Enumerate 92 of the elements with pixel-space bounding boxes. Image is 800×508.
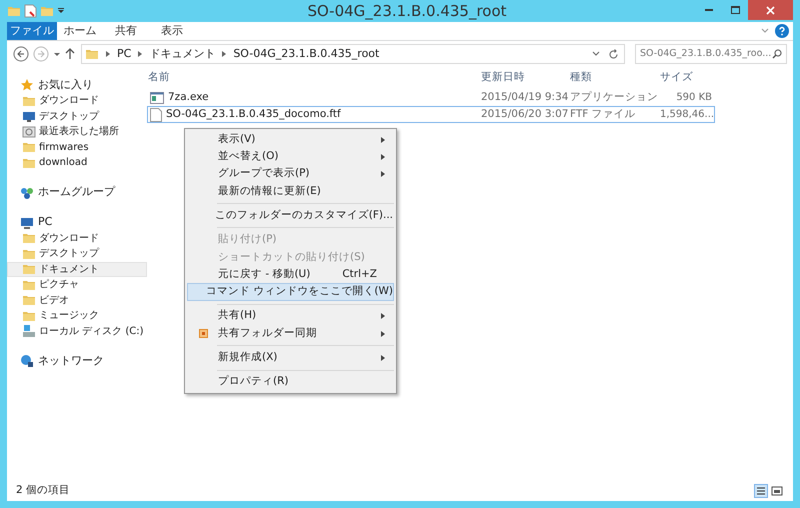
network-icon xyxy=(20,354,34,368)
sidebar-item[interactable]: ビデオ xyxy=(7,292,147,308)
sidebar-item[interactable]: ドキュメント xyxy=(7,262,147,277)
chevron-icon xyxy=(221,50,228,58)
properties-icon[interactable] xyxy=(24,4,37,18)
menu-item[interactable]: グループで表示(P) xyxy=(187,166,394,183)
menu-item[interactable]: 元に戻す - 移動(U) Ctrl+Z xyxy=(187,266,394,284)
chevron-icon xyxy=(105,50,111,58)
new-folder-icon xyxy=(40,4,54,18)
menu-item[interactable]: プロパティ(R) xyxy=(187,374,394,391)
menu-item[interactable]: 共有(H) xyxy=(187,308,394,325)
menu-item[interactable]: 共有フォルダー同期 xyxy=(187,324,394,342)
file-size: 590 KB xyxy=(675,91,712,105)
expand-ribbon-icon[interactable] xyxy=(761,28,769,34)
modified-date: 2015/06/20 3:07 xyxy=(481,106,570,122)
folder-icon xyxy=(22,262,36,276)
submenu-arrow-icon xyxy=(381,171,385,178)
sidebar-group[interactable]: ホームグループ xyxy=(38,184,115,201)
sidebar-item[interactable]: ダウンロード xyxy=(7,93,147,108)
file-name: SO-04G_23.1.B.0.435_docomo.ftf xyxy=(166,106,341,122)
menu-item[interactable]: コマンド ウィンドウをここで開く(W) xyxy=(187,283,394,301)
submenu-arrow-icon xyxy=(381,330,385,337)
sidebar-item[interactable]: 最近表示した場所 xyxy=(7,124,147,140)
desktop-icon xyxy=(22,109,36,124)
item-count: 2 個の項目 xyxy=(16,483,70,498)
menu-item[interactable]: 表示(V) xyxy=(187,131,394,148)
sidebar-group[interactable]: お気に入り xyxy=(38,76,93,94)
ribbon-tab[interactable]: 表示 xyxy=(149,22,195,40)
computer-icon xyxy=(20,216,34,230)
address-bar[interactable]: PC ドキュメント SO-04G_23.1.B.0.435_root xyxy=(81,44,625,64)
up-icon[interactable] xyxy=(65,48,75,60)
sidebar-item[interactable]: ローカル ディスク (C:) xyxy=(7,324,147,339)
recent-places-icon xyxy=(22,124,36,139)
refresh-icon[interactable] xyxy=(608,48,619,60)
sidebar-item[interactable]: デスクトップ xyxy=(7,108,147,124)
column-header[interactable]: 名前 xyxy=(147,70,480,86)
modified-date: 2015/04/19 9:34 xyxy=(481,90,570,105)
file-icon xyxy=(150,108,162,122)
breadcrumb[interactable]: SO-04G_23.1.B.0.435_root xyxy=(233,46,380,62)
file-row[interactable]: 7za.exe 2015/04/19 9:34 アプリケーション 590 KB xyxy=(147,89,715,106)
thumbnail-view-icon[interactable] xyxy=(770,484,784,498)
menu-item[interactable]: 並べ替え(O) xyxy=(187,148,394,166)
file-type: FTF ファイル xyxy=(570,106,637,122)
sidebar-item[interactable]: firmwares xyxy=(7,140,147,155)
submenu-arrow-icon xyxy=(381,354,385,361)
file-row[interactable]: SO-04G_23.1.B.0.435_docomo.ftf 2015/06/20 3:07 FTF ファイル 1,598,46... xyxy=(147,106,715,123)
back-icon[interactable] xyxy=(13,46,29,62)
sidebar-item[interactable]: デスクトップ xyxy=(7,246,147,262)
application-icon xyxy=(150,92,164,104)
breadcrumb[interactable]: ドキュメント xyxy=(149,46,216,62)
file-size: 1,598,46... xyxy=(660,108,712,122)
close-button[interactable] xyxy=(748,0,793,20)
column-header[interactable]: 更新日時 xyxy=(480,70,569,86)
shortcut: Ctrl+Z xyxy=(342,266,377,282)
folder-icon xyxy=(22,293,36,308)
submenu-arrow-icon xyxy=(381,136,385,143)
search-field[interactable]: SO-04G_23.1.B.0.435_roo... xyxy=(635,44,787,64)
ribbon-tab[interactable]: 共有 xyxy=(103,22,149,40)
recent-locations-icon[interactable] xyxy=(53,50,61,58)
folder-icon xyxy=(22,231,36,246)
folder-icon xyxy=(85,47,99,61)
column-header[interactable]: 種類 xyxy=(569,70,659,86)
folder-icon xyxy=(22,140,36,154)
file-name: 7za.exe xyxy=(168,90,209,105)
dropdown-icon[interactable] xyxy=(57,7,65,15)
drive-icon xyxy=(22,324,36,338)
details-view-icon[interactable] xyxy=(754,484,768,498)
window-title: SO-04G_23.1.B.0.435_root xyxy=(307,0,507,22)
sidebar-item[interactable]: ダウンロード xyxy=(7,230,147,246)
close-icon xyxy=(766,6,775,14)
ribbon-tab[interactable]: ホーム xyxy=(57,22,103,40)
submenu-arrow-icon xyxy=(381,313,385,320)
chevron-icon xyxy=(137,50,144,58)
sidebar-item[interactable]: ピクチャ xyxy=(7,277,147,292)
menu-item[interactable]: 新規作成(X) xyxy=(187,349,394,367)
sidebar-item[interactable]: ミュージック xyxy=(7,308,147,324)
menu-item[interactable]: 最新の情報に更新(E) xyxy=(187,182,394,200)
sidebar-group[interactable]: ネットワーク xyxy=(38,352,104,370)
folder-icon xyxy=(7,4,21,18)
column-header[interactable]: サイズ xyxy=(659,70,715,86)
file-type: アプリケーション xyxy=(570,90,659,105)
breadcrumb[interactable]: PC xyxy=(117,46,132,62)
ribbon-tab[interactable]: ファイル xyxy=(7,22,57,40)
homegroup-icon xyxy=(20,186,34,200)
menu-item[interactable]: このフォルダーのカスタマイズ(F)... xyxy=(187,207,394,224)
search-icon xyxy=(772,49,782,59)
dropdown-icon[interactable] xyxy=(592,51,600,57)
sidebar-group[interactable]: PC xyxy=(38,214,52,231)
star-icon xyxy=(20,78,34,92)
help-icon[interactable] xyxy=(775,24,789,38)
submenu-arrow-icon xyxy=(381,154,385,160)
sidebar-item[interactable]: download xyxy=(7,155,147,170)
